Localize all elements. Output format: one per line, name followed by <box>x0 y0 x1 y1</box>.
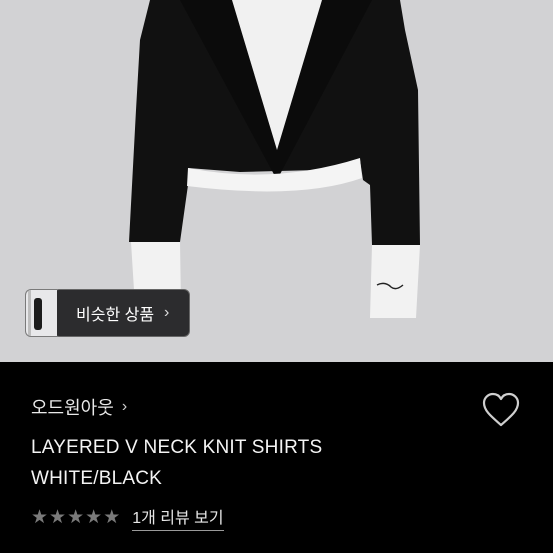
star-icon: ★ <box>103 507 121 528</box>
chevron-right-icon: › <box>164 304 170 321</box>
star-icon: ★ <box>49 507 67 528</box>
heart-outline-icon[interactable] <box>482 392 520 428</box>
product-info-panel: 오드원아웃 › LAYERED V NECK KNIT SHIRTS WHITE… <box>0 362 553 553</box>
chevron-right-icon: › <box>121 398 128 415</box>
star-icon: ★ <box>31 507 49 528</box>
star-icon: ★ <box>85 507 103 528</box>
brand-name: 오드원아웃 <box>31 398 114 418</box>
similar-products-group[interactable]: 비슷한 상품 › <box>25 289 191 337</box>
product-title: LAYERED V NECK KNIT SHIRTS WHITE/BLACK <box>31 437 323 489</box>
brand-link[interactable]: 오드원아웃 › <box>31 394 127 420</box>
star-icon: ★ <box>67 507 85 528</box>
similar-products-label: 비슷한 상품 <box>76 307 155 324</box>
rating-row: ★ ★ ★ ★ ★ 1개 리뷰 보기 <box>31 504 224 531</box>
thumbnail-sleeve <box>34 298 42 330</box>
rating-stars: ★ ★ ★ ★ ★ <box>31 508 120 527</box>
similar-thumbnail[interactable] <box>25 289 57 337</box>
review-link[interactable]: 1개 리뷰 보기 <box>132 504 224 531</box>
similar-products-button[interactable]: 비슷한 상품 › <box>53 289 191 337</box>
thumbnail-edge <box>28 290 31 336</box>
product-image[interactable]: 비슷한 상품 › <box>0 0 553 362</box>
